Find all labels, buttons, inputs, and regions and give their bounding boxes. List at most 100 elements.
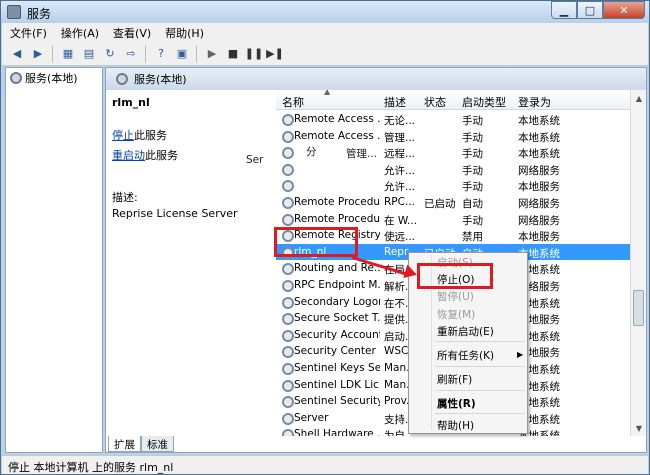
service-desc-cell: 在 W... bbox=[384, 214, 418, 227]
menu-item-restart[interactable]: 重新启动(E) bbox=[437, 324, 494, 339]
close-button[interactable]: ✕ bbox=[603, 1, 645, 19]
forward-icon[interactable]: ▶ bbox=[29, 45, 47, 63]
properties-icon[interactable]: ▤ bbox=[80, 45, 98, 63]
service-name-cell: Remote Access ... bbox=[294, 129, 380, 142]
service-logon-cell: 网络服务 bbox=[518, 198, 560, 210]
service-startup-cell: 禁用 bbox=[462, 231, 483, 244]
menu-item-all-tasks[interactable]: 所有任务(K) bbox=[437, 348, 494, 363]
refresh-icon[interactable]: ↻ bbox=[101, 45, 119, 63]
menu-item-pause[interactable]: 暂停(U) bbox=[437, 289, 474, 304]
service-gear-icon bbox=[282, 412, 294, 425]
column-startup-type[interactable]: 启动类型 bbox=[462, 94, 506, 110]
service-name-cell: Secondary Logon bbox=[294, 295, 380, 308]
services-panel: 服务(本地) rlm_nl 停止此服务 重启动此服务 描述: Reprise L… bbox=[105, 67, 647, 453]
stop-service-link[interactable]: 停止 bbox=[112, 129, 134, 142]
service-logon-cell: 本地系统 bbox=[518, 131, 560, 144]
service-desc-cell: 远程... bbox=[384, 148, 416, 161]
restart-service-link[interactable]: 重启动 bbox=[112, 149, 145, 162]
sort-ascending-icon: ▲ bbox=[324, 90, 331, 96]
service-name-cell: Sentinel Keys Se... bbox=[294, 362, 380, 374]
service-name-cell: RPC Endpoint M... bbox=[294, 279, 380, 291]
play-icon[interactable]: ▶ bbox=[203, 45, 221, 63]
tab-standard[interactable]: 标准 bbox=[141, 436, 174, 452]
table-row[interactable]: 允许... 手动 网络服务 bbox=[276, 161, 636, 178]
service-startup-cell: 手动 bbox=[462, 181, 483, 194]
service-logon-cell: 本地系统 bbox=[518, 115, 560, 127]
highlight-box-stop bbox=[417, 263, 493, 289]
scroll-thumb[interactable] bbox=[633, 290, 644, 326]
toolbar: ◀ ▶ ▦ ▤ ↻ ⇨ ? ▣ ▶ ■ ❚❚ ▶❚ bbox=[2, 42, 648, 66]
service-desc-cell: RPC... bbox=[384, 196, 415, 208]
column-logon-as[interactable]: 登录为 bbox=[518, 94, 551, 110]
restart-suffix: 此服务 bbox=[145, 149, 178, 162]
menu-file[interactable]: 文件(F) bbox=[10, 25, 47, 41]
service-name-cell: Server bbox=[294, 411, 329, 424]
service-name-cell: Shell Hardware ... bbox=[294, 428, 380, 436]
table-row[interactable]: Remote Procedu... RPC... 已启动自动 网络服务 bbox=[276, 194, 636, 211]
service-gear-icon bbox=[282, 114, 294, 126]
service-logon-cell: 本地服务 bbox=[518, 181, 560, 194]
table-row[interactable]: 允许... 手动 本地服务 bbox=[276, 177, 636, 194]
service-gear-icon bbox=[282, 329, 294, 342]
table-row[interactable]: 远程... 手动 本地系统 bbox=[276, 144, 636, 161]
service-gear-icon bbox=[282, 263, 294, 276]
column-status[interactable]: 状态 bbox=[424, 94, 446, 110]
menu-help[interactable]: 帮助(H) bbox=[165, 25, 204, 41]
view-tabs: 扩展 标准 bbox=[108, 436, 174, 452]
gear-icon bbox=[10, 72, 22, 84]
service-gear-icon bbox=[282, 197, 294, 209]
stop-suffix: 此服务 bbox=[134, 129, 167, 142]
export-icon[interactable]: ⇨ bbox=[122, 45, 140, 63]
tab-extended[interactable]: 扩展 bbox=[108, 436, 141, 452]
column-description[interactable]: 描述 bbox=[384, 94, 406, 110]
maximize-button[interactable]: □ bbox=[577, 1, 603, 19]
list-header: 名称 ▲ 描述 状态 启动类型 登录为 bbox=[276, 90, 636, 110]
service-startup-cell: 手动 bbox=[462, 164, 483, 177]
back-icon[interactable]: ◀ bbox=[8, 45, 26, 63]
console-tree-icon[interactable]: ▦ bbox=[59, 45, 77, 63]
menu-view[interactable]: 查看(V) bbox=[113, 25, 151, 41]
service-gear-icon bbox=[282, 396, 294, 409]
table-row[interactable]: Remote Procedu... 在 W... 手动 网络服务 bbox=[276, 211, 636, 228]
menu-item-refresh[interactable]: 刷新(F) bbox=[437, 372, 472, 387]
help-icon[interactable]: ? bbox=[152, 45, 170, 63]
panel-header-title: 服务(本地) bbox=[134, 73, 187, 86]
pause-icon[interactable]: ❚❚ bbox=[245, 45, 263, 63]
scroll-up-icon[interactable]: ▲ bbox=[631, 90, 647, 106]
toolbar-separator bbox=[196, 44, 198, 63]
menu-separator bbox=[435, 366, 525, 367]
console-icon[interactable]: ▣ bbox=[173, 45, 191, 63]
tree-item-services-local[interactable]: 服务(本地) bbox=[10, 70, 78, 86]
gear-icon bbox=[116, 73, 128, 85]
service-name-cell: Remote Procedu... bbox=[294, 212, 380, 225]
submenu-arrow-icon: ▶ bbox=[517, 350, 524, 359]
menu-action[interactable]: 操作(A) bbox=[61, 25, 99, 41]
panel-header: 服务(本地) bbox=[106, 68, 646, 90]
menu-item-resume[interactable]: 恢复(M) bbox=[437, 307, 475, 322]
service-gear-icon bbox=[282, 130, 294, 143]
scroll-down-icon[interactable]: ▼ bbox=[631, 420, 647, 436]
stop-icon[interactable]: ■ bbox=[224, 45, 242, 63]
description-text: Reprise License Server bbox=[112, 207, 238, 220]
minimize-button[interactable]: ▁ bbox=[551, 1, 577, 19]
menu-item-help[interactable]: 帮助(H) bbox=[437, 418, 474, 433]
menu-separator bbox=[435, 341, 525, 342]
service-gear-icon bbox=[282, 147, 294, 160]
menu-item-properties[interactable]: 属性(R) bbox=[437, 396, 476, 411]
service-status-cell: 已启动 bbox=[424, 198, 456, 210]
service-gear-icon bbox=[282, 180, 294, 193]
service-gear-icon bbox=[282, 296, 294, 309]
service-name-cell: Security Center bbox=[294, 345, 376, 358]
table-row[interactable]: Remote Access ... 管理... 手动 本地系统 bbox=[276, 128, 636, 145]
service-gear-icon bbox=[282, 379, 294, 392]
service-name-cell: Secure Socket T... bbox=[294, 312, 380, 325]
restart-icon[interactable]: ▶❚ bbox=[266, 45, 284, 63]
column-name[interactable]: 名称 bbox=[282, 94, 304, 110]
table-row[interactable]: Remote Access ... 无论... 手动 本地系统 bbox=[276, 111, 636, 128]
service-startup-cell: 手动 bbox=[462, 148, 483, 161]
vertical-scrollbar[interactable]: ▲ ▼ bbox=[630, 90, 646, 436]
service-desc-cell: 允许... bbox=[384, 181, 416, 194]
service-startup-cell: 手动 bbox=[462, 115, 483, 127]
service-gear-icon bbox=[282, 346, 294, 359]
menu-bar: 文件(F) 操作(A) 查看(V) 帮助(H) bbox=[2, 23, 648, 42]
